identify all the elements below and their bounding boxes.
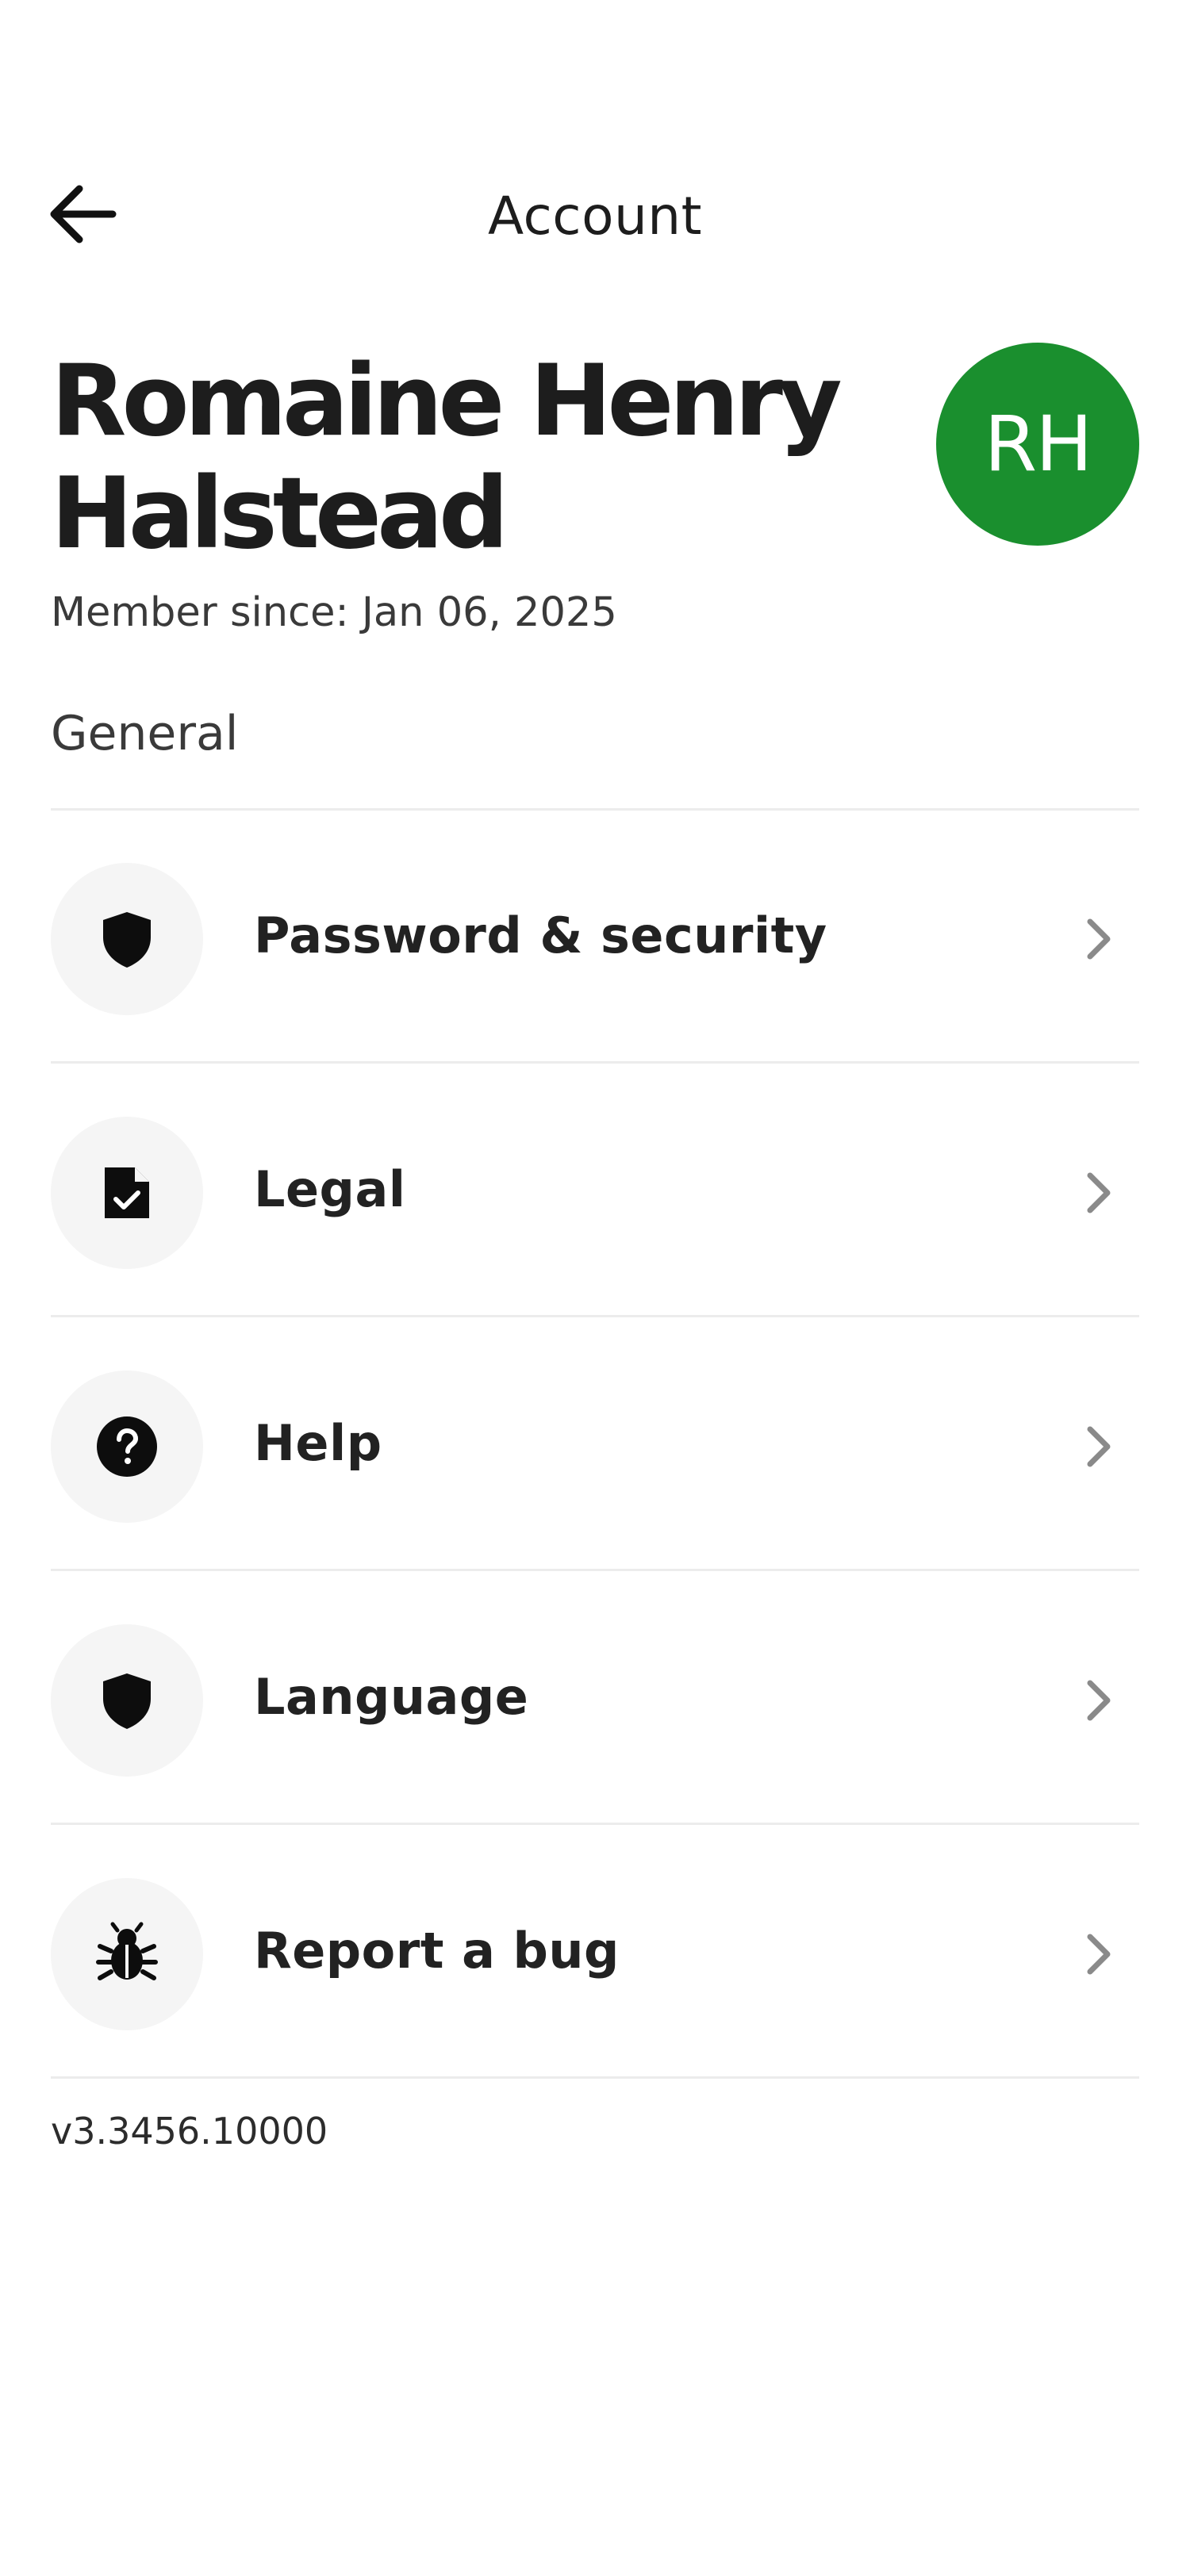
menu-item-label: Report a bug: [254, 1922, 620, 1980]
settings-menu: Password & security Legal Help Language …: [51, 810, 1139, 2079]
chevron-right-icon: [1076, 1926, 1123, 1982]
menu-item-label: Help: [254, 1414, 382, 1472]
menu-icon-wrap: [51, 863, 203, 1015]
profile-header: Romaine Henry Halstead Member since: Jan…: [51, 337, 1139, 654]
bug-icon: [96, 1922, 158, 1980]
app-version: v3.3456.10000: [51, 2110, 328, 2152]
document-check-icon: [105, 1167, 149, 1218]
menu-item-help[interactable]: Help: [51, 1317, 1139, 1571]
menu-icon-wrap: [51, 1117, 203, 1269]
chevron-right-icon: [1076, 1165, 1123, 1221]
section-label-general: General: [51, 706, 239, 761]
chevron-right-icon: [1076, 1419, 1123, 1474]
menu-icon-wrap: [51, 1624, 203, 1777]
menu-item-language[interactable]: Language: [51, 1571, 1139, 1825]
menu-item-password-security[interactable]: Password & security: [51, 810, 1139, 1064]
menu-item-label: Language: [254, 1668, 529, 1726]
shield-icon: [103, 912, 151, 968]
menu-item-legal[interactable]: Legal: [51, 1064, 1139, 1317]
chevron-right-icon: [1076, 911, 1123, 967]
menu-icon-wrap: [51, 1878, 203, 2030]
avatar[interactable]: RH: [936, 343, 1139, 546]
help-circle-icon: [97, 1416, 157, 1477]
chevron-right-icon: [1076, 1673, 1123, 1728]
profile-name: Romaine Henry Halstead: [51, 344, 843, 571]
shield-icon: [103, 1673, 151, 1729]
menu-icon-wrap: [51, 1370, 203, 1523]
menu-item-report-bug[interactable]: Report a bug: [51, 1825, 1139, 2079]
avatar-initials: RH: [984, 400, 1093, 489]
member-since: Member since: Jan 06, 2025: [51, 589, 617, 636]
page-title: Account: [488, 186, 702, 247]
top-bar: Account: [0, 159, 1190, 270]
menu-item-label: Legal: [254, 1160, 406, 1218]
menu-item-label: Password & security: [254, 907, 827, 964]
